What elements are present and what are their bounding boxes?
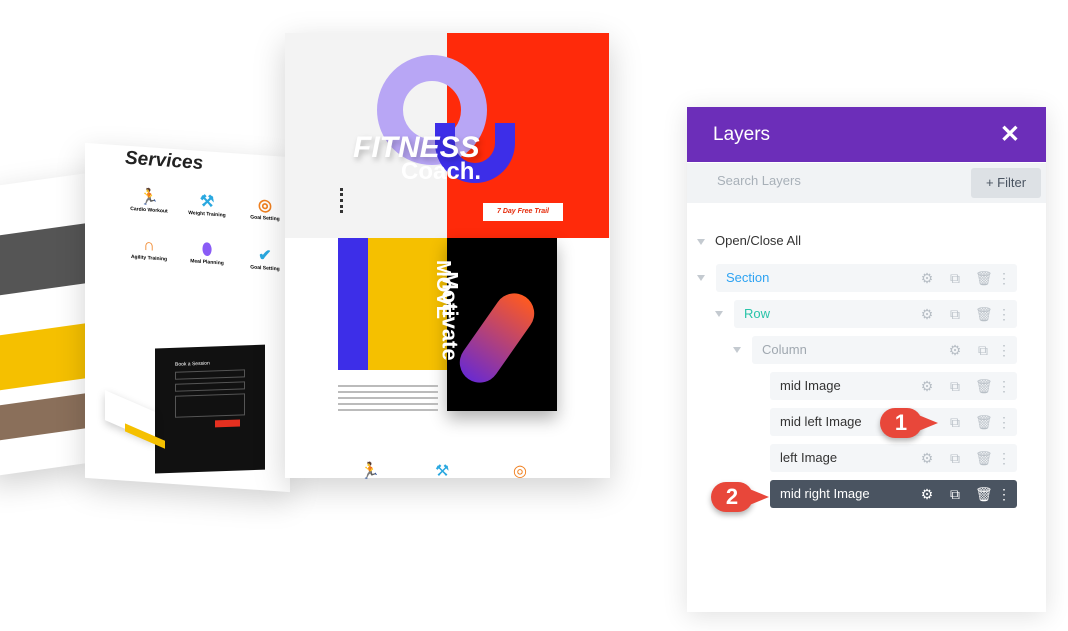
mockup-fitness-page: FITNESS Coach. 7 Day Free Trail MOVE Mot…	[285, 33, 610, 480]
trash-icon[interactable]: 🗑	[975, 372, 993, 400]
more-icon[interactable]: ⋮	[996, 408, 1012, 436]
service-item: ∩ Agility Training	[130, 236, 168, 263]
open-close-all-label: Open/Close All	[715, 233, 801, 248]
more-icon[interactable]: ⋮	[996, 264, 1012, 292]
duplicate-icon[interactable]: ⧉	[947, 264, 963, 292]
layer-label: Row	[744, 306, 771, 321]
layer-section[interactable]: Section ⚙ ⧉ 🗑 ⋮	[716, 264, 1017, 292]
caret-down-icon	[697, 238, 705, 245]
free-trial-button: 7 Day Free Trail	[483, 203, 563, 221]
layer-mid-right-image[interactable]: mid right Image ⚙ ⧉ 🗑 ⋮	[770, 480, 1017, 508]
gear-icon[interactable]: ⚙	[919, 372, 935, 400]
gear-icon[interactable]: ⚙	[919, 300, 935, 328]
more-icon[interactable]: ⋮	[996, 444, 1012, 472]
caret-down-icon[interactable]	[715, 311, 723, 317]
service-item: 🏃 Cardio Workout	[130, 188, 168, 215]
layer-label: left Image	[780, 450, 838, 465]
services-title: Services	[125, 147, 204, 175]
trash-icon[interactable]: 🗑	[975, 408, 993, 436]
layer-label: mid Image	[780, 378, 841, 393]
callout-2: 2	[711, 482, 769, 512]
duplicate-icon[interactable]: ⧉	[947, 372, 963, 400]
trash-icon[interactable]: 🗑	[975, 444, 993, 472]
layers-panel: Layers ✕ + Filter Open/Close All Section…	[687, 107, 1046, 612]
layer-row[interactable]: Row ⚙ ⧉ 🗑 ⋮	[734, 300, 1017, 328]
mockup-left-page	[0, 173, 85, 477]
layer-label: Column	[762, 342, 807, 357]
layer-column[interactable]: Column ⚙ ⧉ ⋮	[752, 336, 1017, 364]
more-icon[interactable]: ⋮	[996, 300, 1012, 328]
image	[0, 223, 85, 296]
layer-label: mid left Image	[780, 414, 862, 429]
layer-mid-image[interactable]: mid Image ⚙ ⧉ 🗑 ⋮	[770, 372, 1017, 400]
mockup-services-page: Services 🏃 Cardio Workout ⚒ Weight Trainin…	[85, 142, 290, 493]
open-close-all[interactable]: Open/Close All	[697, 233, 801, 248]
gear-icon[interactable]: ⚙	[919, 444, 935, 472]
caret-down-icon[interactable]	[733, 347, 741, 353]
search-bar: + Filter	[687, 163, 1046, 203]
coach-title: Coach.	[401, 158, 482, 185]
gear-icon[interactable]: ⚙	[919, 264, 935, 292]
more-icon[interactable]: ⋮	[996, 480, 1012, 508]
gear-icon[interactable]: ⚙	[947, 336, 963, 364]
layers-title: Layers	[713, 124, 771, 145]
banner	[0, 323, 85, 391]
motivate-card	[447, 238, 557, 411]
image	[0, 393, 85, 441]
layer-label: Section	[726, 270, 770, 285]
duplicate-icon[interactable]: ⧉	[947, 300, 963, 328]
duplicate-icon[interactable]: ⧉	[947, 444, 963, 472]
service-item: ⬮ Meal Planning	[190, 241, 224, 267]
callout-1: 1	[880, 408, 938, 438]
duplicate-icon[interactable]: ⧉	[947, 408, 963, 436]
duplicate-icon[interactable]: ⧉	[975, 336, 991, 364]
trash-icon[interactable]: 🗑	[975, 480, 993, 508]
close-icon[interactable]: ✕	[1000, 120, 1020, 149]
trash-icon[interactable]: 🗑	[975, 300, 993, 328]
motivate-text: Motivate	[437, 271, 463, 361]
service-item: ⚒ Weight Training	[188, 192, 226, 219]
duplicate-icon[interactable]: ⧉	[947, 480, 963, 508]
search-layers-input[interactable]	[717, 173, 937, 188]
more-icon[interactable]: ⋮	[996, 336, 1012, 364]
form-title: Book a Session	[175, 360, 210, 368]
layer-left-image[interactable]: left Image ⚙ ⧉ 🗑 ⋮	[770, 444, 1017, 472]
layers-header: Layers ✕	[687, 107, 1046, 162]
caret-down-icon[interactable]	[697, 275, 705, 281]
trash-icon[interactable]: 🗑	[975, 264, 993, 292]
layer-label: mid right Image	[780, 486, 870, 501]
filter-button[interactable]: + Filter	[971, 168, 1041, 198]
booking-form: Book a Session	[155, 344, 265, 474]
gear-icon[interactable]: ⚙	[919, 480, 935, 508]
more-icon[interactable]: ⋮	[996, 372, 1012, 400]
